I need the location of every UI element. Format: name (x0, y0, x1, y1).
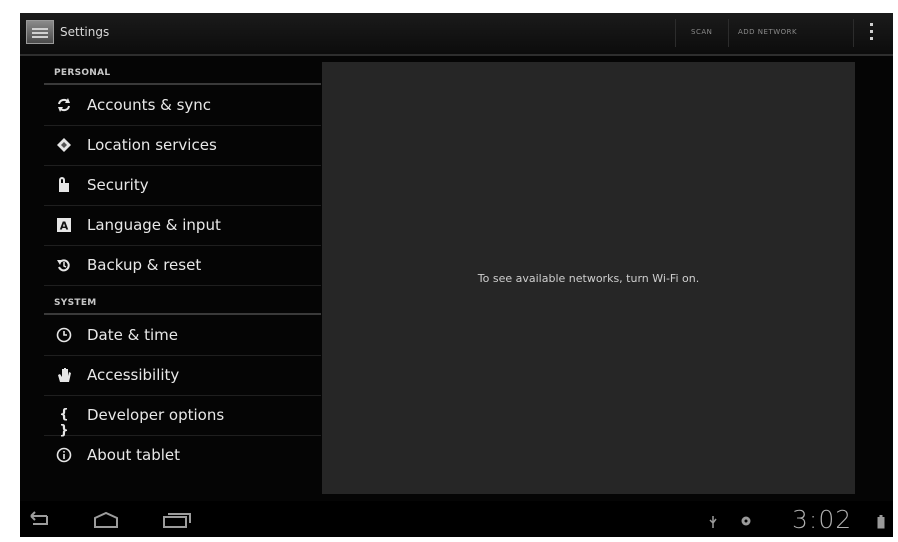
settings-item-label: Language & input (87, 216, 221, 234)
settings-item-accessibility[interactable]: Accessibility (44, 356, 321, 396)
overflow-menu-icon[interactable] (870, 23, 874, 43)
section-divider (44, 83, 321, 85)
braces-icon: { } (59, 407, 69, 438)
settings-item-label: Security (87, 176, 149, 194)
settings-item-developer-options[interactable]: { } Developer options (44, 396, 321, 438)
system-bar: 3:02 (20, 501, 893, 537)
action-separator (728, 19, 729, 47)
lock-icon (56, 177, 72, 193)
settings-item-date-time[interactable]: Date & time (44, 316, 321, 356)
back-icon (30, 511, 48, 525)
usb-icon (708, 515, 718, 532)
settings-item-label: Accounts & sync (87, 96, 212, 114)
section-header-system: SYSTEM (54, 298, 97, 308)
settings-item-label: Developer options (87, 406, 225, 424)
hand-icon (56, 367, 72, 383)
sync-icon (56, 97, 72, 113)
action-bar: Settings SCAN ADD NETWORK (20, 13, 893, 56)
action-separator (675, 19, 676, 47)
settings-item-backup-reset[interactable]: Backup & reset (44, 246, 321, 286)
battery-icon (877, 515, 885, 532)
settings-item-location-services[interactable]: Location services (44, 126, 321, 166)
settings-item-language-input[interactable]: A Language & input (44, 206, 321, 246)
status-clock[interactable]: 3:02 (792, 505, 852, 534)
backup-icon (56, 257, 72, 273)
home-button[interactable] (92, 511, 120, 533)
settings-item-label: Location services (87, 136, 217, 154)
settings-item-label: Date & time (87, 326, 178, 344)
settings-item-about-tablet[interactable]: About tablet (44, 436, 321, 476)
section-divider (44, 313, 321, 315)
settings-item-security[interactable]: Security (44, 166, 321, 206)
location-icon (56, 137, 72, 153)
section-header-personal: PERSONAL (54, 68, 111, 78)
app-title: Settings (60, 25, 110, 39)
scan-button[interactable]: SCAN (691, 28, 712, 36)
tablet-screen: Settings SCAN ADD NETWORK PERSONAL Accou… (20, 13, 893, 537)
settings-item-accounts-sync[interactable]: Accounts & sync (44, 86, 321, 126)
debug-icon (740, 515, 752, 530)
settings-list: PERSONAL Accounts & sync Location servic… (44, 56, 321, 492)
back-button[interactable] (25, 511, 51, 533)
language-icon: A (56, 217, 72, 233)
settings-item-label: About tablet (87, 446, 180, 464)
home-icon (94, 511, 118, 528)
settings-item-label: Backup & reset (87, 256, 202, 274)
wifi-off-message: To see available networks, turn Wi-Fi on… (477, 272, 700, 285)
svg-text:A: A (60, 220, 69, 233)
settings-app-icon[interactable] (26, 20, 54, 44)
add-network-button[interactable]: ADD NETWORK (738, 28, 797, 36)
clock-icon (56, 327, 72, 343)
wifi-detail-panel: To see available networks, turn Wi-Fi on… (322, 62, 855, 494)
recent-apps-button[interactable] (162, 511, 192, 533)
action-separator (853, 19, 854, 47)
settings-item-label: Accessibility (87, 366, 180, 384)
recent-apps-icon (163, 513, 191, 528)
info-icon (56, 447, 72, 463)
